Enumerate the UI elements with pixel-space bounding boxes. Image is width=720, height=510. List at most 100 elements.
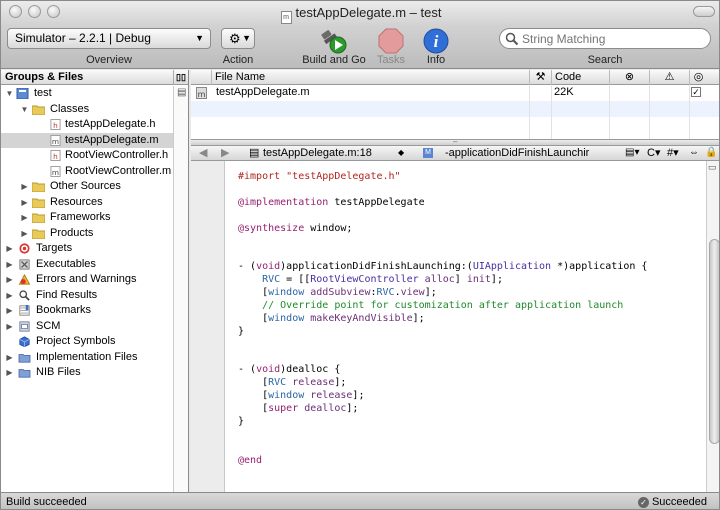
target-icon: ◎	[693, 71, 704, 83]
sidebar-item-other-sources[interactable]: ▶ Other Sources	[1, 179, 188, 195]
code-token: [	[238, 390, 269, 402]
sidebar-item-find-results[interactable]: ▶ Find Results	[1, 288, 188, 304]
sidebar-item-classes[interactable]: ▼ Classes	[1, 102, 188, 118]
popup-arrow-icon: ▼	[242, 33, 251, 43]
code-token: @end	[238, 454, 263, 466]
sidebar-scrollbar[interactable]: ▤	[173, 86, 188, 492]
editor-scrollbar[interactable]: ▭	[706, 161, 719, 492]
sidebar-item-testappdelegate-m[interactable]: m testAppDelegate.m	[1, 132, 188, 148]
sidebar-header: Groups & Files ▯▯	[1, 70, 188, 85]
svg-text:h: h	[53, 152, 58, 161]
split-editor-icon[interactable]: ▭	[708, 162, 717, 173]
code-token: - (	[238, 261, 257, 273]
split-view-divider[interactable]: –	[191, 137, 719, 146]
code-token: RVC	[376, 287, 395, 299]
counterpart-icon[interactable]: ⇔	[689, 146, 699, 160]
warning-icon	[18, 274, 31, 285]
build-column[interactable]: ⚒	[529, 70, 551, 85]
sidebar-item-targets[interactable]: ▶ Targets	[1, 241, 188, 257]
code-line: [super dealloc];	[238, 403, 647, 416]
disclosure-closed-icon: ▶	[6, 259, 13, 269]
split-toggle-icon[interactable]: ▯▯	[173, 70, 188, 85]
disclosure-closed-icon: ▶	[21, 197, 28, 207]
lock-icon[interactable]: 🔒	[705, 146, 717, 160]
sidebar-item-resources[interactable]: ▶ Resources	[1, 195, 188, 211]
sidebar-item-implementation-files[interactable]: ▶ Implementation Files	[1, 350, 188, 366]
code-line: // Override point for customization afte…	[238, 300, 647, 313]
code-editor[interactable]: #import "testAppDelegate.h" @implementati…	[191, 161, 719, 492]
bookmarks-menu-icon[interactable]: ▤▾	[625, 146, 639, 160]
header-file-icon: h	[50, 150, 61, 161]
code-token: )applicationDidFinishLaunching:(	[280, 261, 473, 273]
sidebar-item-rootviewcontroller-m[interactable]: m RootViewController.m	[1, 164, 188, 180]
stop-tasks-icon[interactable]	[378, 28, 404, 54]
code-token: }	[238, 325, 245, 337]
errors-column[interactable]: ⊗	[609, 70, 649, 85]
scroll-thumb[interactable]	[709, 239, 719, 444]
bookmark-icon	[19, 305, 30, 316]
file-name-column[interactable]: File Name	[211, 70, 529, 85]
sidebar-item-bookmarks[interactable]: ▶ Bookmarks	[1, 303, 188, 319]
search-input[interactable]	[522, 31, 702, 46]
sidebar-item-frameworks[interactable]: ▶ Frameworks	[1, 210, 188, 226]
sidebar-item-executables[interactable]: ▶ Executables	[1, 257, 188, 273]
code-token: ];	[424, 287, 437, 299]
disclosure-closed-icon: ▶	[6, 306, 13, 315]
toolbar-toggle-button[interactable]	[693, 6, 715, 17]
magnifier-icon	[19, 289, 30, 301]
header-file-icon: h	[50, 119, 61, 130]
code-line: #import "testAppDelegate.h"	[238, 171, 647, 184]
disclosure-open-icon: ▼	[5, 89, 14, 98]
method-icon: M	[423, 148, 433, 158]
window-title: m testAppDelegate.m – test	[1, 5, 719, 24]
sidebar-item-test[interactable]: ▼ test	[1, 86, 188, 102]
code-column[interactable]: Code	[551, 70, 609, 85]
info-icon[interactable]: i	[423, 28, 449, 54]
go-forward-icon[interactable]: ▶	[221, 146, 229, 160]
target-column[interactable]: ◎	[689, 70, 707, 85]
include-menu[interactable]: #▾	[667, 146, 679, 160]
warnings-column[interactable]: ⚠	[649, 70, 689, 85]
disclosure-closed-icon: ▶	[6, 352, 13, 362]
breakpoints-menu[interactable]: C▾	[647, 146, 660, 160]
sidebar-item-scm[interactable]: ▶ SCM	[1, 319, 188, 335]
code-token: void	[256, 261, 281, 273]
code-token: void	[256, 364, 281, 376]
code-token: view	[400, 287, 425, 299]
folder-icon	[32, 213, 45, 223]
file-type-column[interactable]	[191, 70, 211, 85]
target-checkbox[interactable]: ✓	[691, 87, 701, 97]
search-label: Search	[587, 54, 623, 66]
file-history-icon[interactable]: ▤	[249, 146, 259, 160]
sidebar-item-nib-files[interactable]: ▶ NIB Files	[1, 365, 188, 381]
search-field[interactable]	[499, 28, 711, 49]
disclosure-closed-icon: ▶	[21, 182, 28, 191]
sidebar-item-project-symbols[interactable]: Project Symbols	[1, 334, 188, 350]
function-popup[interactable]: -applicationDidFinishLaunchir	[445, 146, 623, 160]
code-line: - (void)applicationDidFinishLaunching:(U…	[238, 261, 647, 274]
go-back-icon[interactable]: ◀	[199, 146, 207, 160]
editor-gutter[interactable]	[191, 161, 225, 492]
code-token: - (	[238, 364, 257, 376]
overview-popup[interactable]: Simulator – 2.2.1 | Debug ▼	[7, 28, 211, 49]
cube-icon	[19, 336, 30, 347]
code-token: ];	[352, 390, 365, 402]
disclosure-closed-icon: ▶	[21, 213, 28, 222]
code-token: init	[466, 274, 491, 286]
table-row[interactable]: m testAppDelegate.m 22K ✓	[191, 85, 719, 101]
build-result: ✓ Succeeded	[637, 493, 707, 509]
build-and-go-icon[interactable]	[321, 28, 347, 54]
sidebar-item-testappdelegate-h[interactable]: h testAppDelegate.h	[1, 117, 188, 133]
sidebar-item-rootviewcontroller-h[interactable]: h RootViewController.h	[1, 148, 188, 164]
hammer-icon: ⚒	[535, 71, 546, 83]
action-popup[interactable]: ⚙ ▼	[221, 28, 255, 49]
document-icon: m	[280, 11, 292, 24]
file-history-popup[interactable]: testAppDelegate.m:18	[263, 146, 393, 160]
sidebar-item-products[interactable]: ▶ Products	[1, 226, 188, 242]
sidebar-item-errors-and-warnings[interactable]: ▶ Errors and Warnings	[1, 272, 188, 288]
source-code: #import "testAppDelegate.h" @implementati…	[238, 171, 647, 467]
disclosure-closed-icon: ▶	[6, 290, 13, 300]
